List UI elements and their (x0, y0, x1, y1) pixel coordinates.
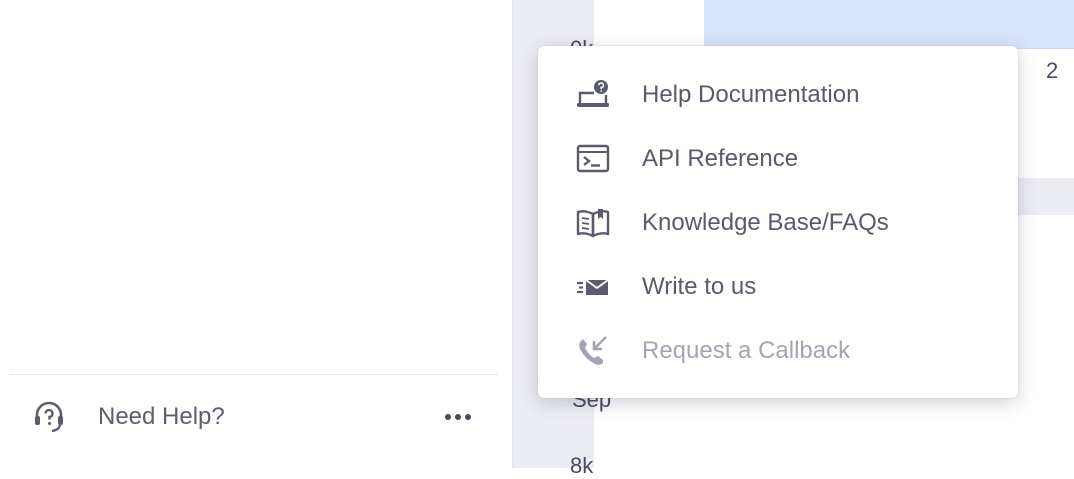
menu-item-api-reference[interactable]: API Reference (538, 127, 1018, 191)
menu-item-help-documentation[interactable]: Help Documentation (538, 63, 1018, 127)
menu-item-knowledge-base[interactable]: Knowledge Base/FAQs (538, 191, 1018, 255)
menu-item-label: API Reference (642, 145, 799, 172)
y-tick-label: 8k (570, 453, 594, 478)
laptop-help-icon (576, 79, 610, 111)
help-menu: Help Documentation API Reference Knowled (538, 46, 1018, 398)
menu-item-label: Request a Callback (642, 337, 851, 364)
menu-item-write-to-us[interactable]: Write to us (538, 255, 1018, 319)
menu-item-label: Write to us (642, 273, 757, 300)
x-tick-label: 2 (1046, 58, 1059, 83)
terminal-window-icon (576, 143, 610, 175)
sidebar-divider (10, 374, 498, 375)
headset-question-icon (32, 400, 66, 434)
more-options-button[interactable] (440, 402, 476, 432)
phone-callback-icon (576, 335, 610, 367)
envelope-send-icon (576, 271, 610, 303)
need-help-label: Need Help? (98, 403, 225, 430)
menu-item-label: Help Documentation (642, 81, 860, 108)
sidebar: Need Help? (0, 0, 513, 468)
chart-area-fill (704, 0, 1074, 48)
need-help-button[interactable]: Need Help? (10, 376, 498, 458)
more-horizontal-icon (445, 414, 471, 420)
open-book-icon (576, 207, 610, 239)
menu-item-label: Knowledge Base/FAQs (642, 209, 889, 236)
menu-item-request-callback[interactable]: Request a Callback (538, 319, 1018, 383)
